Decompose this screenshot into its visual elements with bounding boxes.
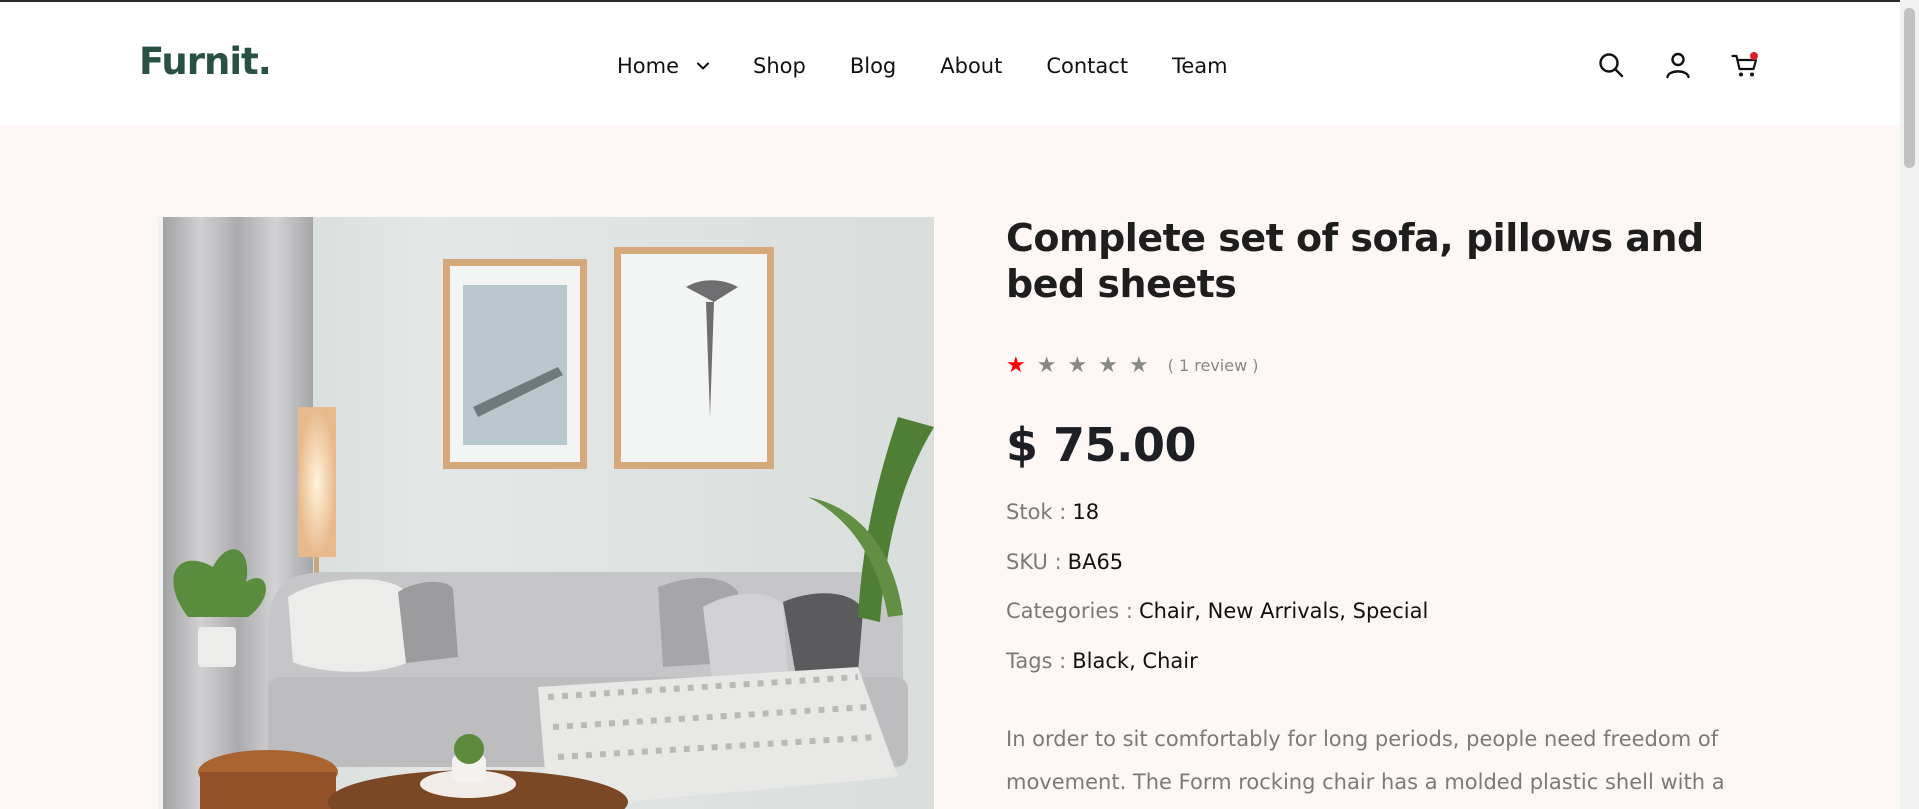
product-image[interactable] [158, 217, 934, 809]
scrollbar-thumb[interactable] [1904, 8, 1915, 168]
nav-team-label: Team [1172, 54, 1228, 78]
search-button[interactable] [1596, 50, 1626, 80]
star-icon[interactable]: ★ [1037, 353, 1057, 378]
product-title: Complete set of sofa, pillows and bed sh… [1006, 216, 1704, 306]
star-icon[interactable]: ★ [1006, 353, 1026, 378]
nav-contact-label: Contact [1046, 54, 1129, 78]
nav-home[interactable]: Home [617, 54, 710, 78]
categories-links[interactable]: Chair, New Arrivals, Special [1139, 599, 1428, 623]
product-price: $ 75.00 [1006, 418, 1197, 472]
search-icon [1599, 53, 1624, 78]
nav-contact[interactable]: Contact [1046, 54, 1128, 78]
nav-team[interactable]: Team [1172, 54, 1228, 78]
meta-label: Tags : [1006, 648, 1067, 673]
account-button[interactable] [1663, 50, 1693, 80]
star-icon[interactable]: ★ [1129, 353, 1149, 378]
nav-home-label: Home [617, 54, 680, 78]
meta-stock: Stok : 18 [1006, 500, 1766, 550]
meta-sku: SKU : BA65 [1006, 550, 1766, 600]
product-details: Complete set of sofa, pillows and bed sh… [1006, 215, 1766, 809]
nav-shop[interactable]: Shop [753, 54, 806, 78]
meta-label: Stok : [1006, 500, 1067, 524]
meta-value: BA65 [1067, 549, 1124, 574]
meta-categories: Categories : Chair, New Arrivals, Specia… [1006, 599, 1766, 649]
star-icon[interactable]: ★ [1067, 353, 1087, 378]
meta-label: Categories : [1006, 599, 1133, 623]
nav-blog-label: Blog [849, 54, 897, 78]
product-meta: Stok : 18 SKU : BA65 Categories : Chair,… [1006, 500, 1766, 698]
user-icon [1666, 52, 1690, 79]
product-rating: ★ ★ ★ ★ ★ ( 1 review ) [1006, 353, 1766, 378]
nav-blog[interactable]: Blog [850, 54, 896, 78]
meta-value: 18 [1072, 500, 1100, 524]
tags-links[interactable]: Black, Chair [1072, 649, 1197, 673]
cart-button[interactable] [1730, 50, 1760, 80]
nav-about[interactable]: About [940, 54, 1002, 78]
cart-badge [1750, 52, 1758, 60]
main-nav: Home Shop Blog About Contact Team [617, 54, 1228, 78]
living-room-photo [158, 217, 934, 809]
product-description: In order to sit comfortably for long per… [1006, 727, 1725, 794]
page-scrollbar[interactable] [1900, 0, 1919, 809]
header-actions [1596, 50, 1760, 80]
meta-tags: Tags : Black, Chair [1006, 649, 1766, 699]
nav-about-label: About [940, 54, 1003, 78]
meta-label: SKU : [1006, 549, 1062, 574]
star-icon[interactable]: ★ [1098, 353, 1118, 378]
review-count-link[interactable]: ( 1 review ) [1168, 356, 1259, 375]
logo[interactable]: Furnit. [139, 40, 272, 83]
chevron-down-icon [697, 62, 710, 70]
site-header: Furnit. Home Shop Blog About Contact Tea… [0, 2, 1900, 125]
nav-shop-label: Shop [753, 54, 806, 78]
